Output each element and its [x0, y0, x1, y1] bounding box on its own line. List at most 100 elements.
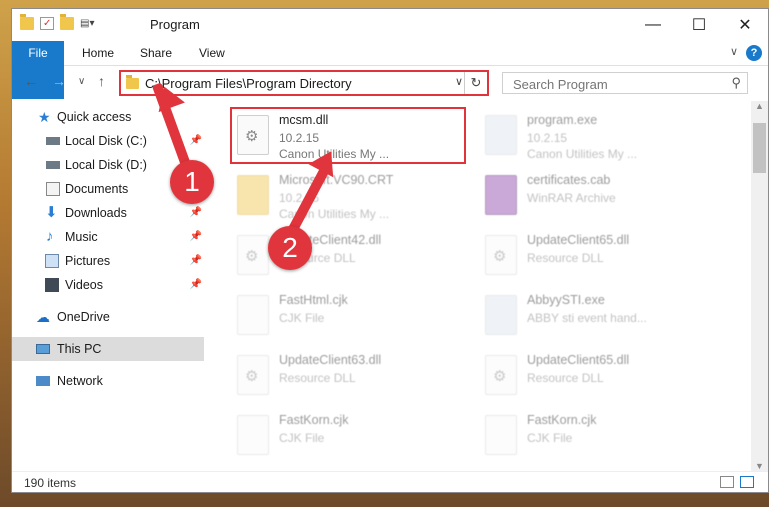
gear-icon: ⚙: [245, 248, 259, 265]
scrollbar-thumb[interactable]: [753, 123, 766, 173]
file-type: CJK File: [527, 431, 573, 445]
nav-item-label: OneDrive: [57, 310, 110, 324]
drive-icon: [46, 161, 60, 169]
item-count: 190 items: [24, 476, 77, 490]
tab-share[interactable]: Share: [140, 41, 172, 65]
scroll-down-icon[interactable]: ▼: [751, 461, 768, 471]
file-item[interactable]: FastHtml.cjk CJK File: [229, 289, 469, 347]
documents-icon: [46, 182, 60, 196]
nav-item-label: Pictures: [65, 254, 111, 268]
file-item[interactable]: Microsoft.VC90.CRT 10.2.15 Canon Utiliti…: [229, 169, 469, 227]
vertical-scrollbar[interactable]: ▲ ▼: [751, 101, 768, 471]
nav-item-label: Music: [65, 230, 98, 244]
network-icon: [36, 376, 50, 386]
explorer-window: ✓ ▤▾ Program — ☐ ✕ File Home Share View …: [11, 8, 769, 493]
pin-icon: 📌: [189, 135, 202, 146]
file-item[interactable]: ⚙ UpdateClient65.dll Resource DLL: [477, 229, 717, 287]
scroll-up-icon[interactable]: ▲: [751, 101, 768, 111]
search-icon: ⚲: [731, 75, 741, 90]
quick-access-toolbar: ✓ ▤▾: [20, 14, 94, 30]
file-item[interactable]: FastKorn.cjk CJK File: [477, 409, 717, 467]
star-icon: ★: [38, 109, 51, 125]
tab-view[interactable]: View: [199, 41, 225, 65]
download-icon: ⬇: [45, 204, 58, 221]
nav-item-label: Videos: [65, 278, 103, 292]
help-icon[interactable]: ?: [746, 45, 762, 61]
archive-icon: [485, 175, 517, 215]
pictures-icon: [45, 254, 59, 268]
generic-file-icon: [237, 415, 269, 455]
videos-icon: [45, 278, 59, 292]
new-folder-icon[interactable]: [60, 14, 74, 30]
file-type: CJK File: [279, 311, 325, 325]
nav-item-downloads[interactable]: ⬇ Downloads 📌: [12, 201, 204, 225]
file-name: certificates.cab: [527, 173, 611, 187]
dll-file-icon: ⚙: [237, 235, 269, 275]
forward-icon[interactable]: →: [52, 73, 66, 89]
window-title: Program: [150, 17, 200, 32]
file-type: WinRAR Archive: [527, 191, 616, 205]
file-item[interactable]: FastKorn.cjk CJK File: [229, 409, 469, 467]
file-name: FastKorn.cjk: [527, 413, 597, 427]
highlight-box: [230, 107, 466, 164]
search-box[interactable]: ⚲: [502, 72, 748, 94]
properties-icon[interactable]: ✓: [40, 17, 54, 30]
file-name: program.exe: [527, 113, 598, 127]
expand-ribbon-icon[interactable]: ∨: [730, 45, 738, 58]
recent-locations-icon[interactable]: ∨: [78, 76, 85, 87]
nav-item-network[interactable]: Network: [12, 369, 204, 393]
step-2-badge: 2: [268, 226, 312, 270]
dll-file-icon: ⚙: [485, 355, 517, 395]
file-name: UpdateClient65.dll: [527, 353, 630, 367]
maximize-button[interactable]: ☐: [676, 9, 722, 41]
title-bar: ✓ ▤▾ Program — ☐ ✕: [12, 9, 768, 41]
nav-item-label: Network: [57, 374, 103, 388]
file-type: Resource DLL: [527, 371, 604, 385]
folder-icon: [126, 75, 139, 89]
nav-item-pictures[interactable]: Pictures 📌: [12, 249, 204, 273]
ribbon-tabs: File Home Share View ∨ ?: [12, 41, 768, 99]
up-icon[interactable]: ↑: [98, 73, 105, 89]
file-name: AbbyySTI.exe: [527, 293, 605, 307]
file-name: FastKorn.cjk: [279, 413, 349, 427]
close-button[interactable]: ✕: [722, 9, 768, 41]
minimize-button[interactable]: —: [630, 9, 676, 41]
details-view-icon[interactable]: [720, 476, 734, 488]
file-item[interactable]: ⚙ UpdateClient63.dll Resource DLL: [229, 349, 469, 407]
file-item[interactable]: AbbyySTI.exe ABBY sti event hand...: [477, 289, 717, 347]
address-dropdown-icon[interactable]: ∨: [455, 75, 463, 88]
customize-toolbar-icon[interactable]: ▤▾: [80, 18, 94, 29]
file-name: Microsoft.VC90.CRT: [279, 173, 394, 187]
large-icons-view-icon[interactable]: [740, 476, 754, 488]
music-icon: ♪: [46, 228, 54, 245]
file-type: ABBY sti event hand...: [527, 311, 647, 325]
folder-icon: [237, 175, 269, 215]
nav-item-label: Local Disk (D:): [65, 158, 147, 172]
tab-home[interactable]: Home: [82, 41, 114, 65]
nav-item-music[interactable]: ♪ Music 📌: [12, 225, 204, 249]
nav-item-label: Quick access: [57, 110, 132, 124]
dll-file-icon: ⚙: [237, 355, 269, 395]
file-type: Resource DLL: [527, 251, 604, 265]
drive-icon: [46, 137, 60, 145]
status-bar: 190 items: [12, 471, 768, 492]
generic-file-icon: [485, 415, 517, 455]
nav-item-onedrive[interactable]: ☁ OneDrive: [12, 305, 204, 329]
file-item[interactable]: program.exe 10.2.15 Canon Utilities My .…: [477, 109, 717, 167]
folder-icon: [20, 14, 34, 30]
gear-icon: ⚙: [493, 248, 507, 265]
back-icon[interactable]: ←: [24, 73, 38, 89]
nav-item-this-pc[interactable]: This PC: [12, 337, 204, 361]
nav-item-videos[interactable]: Videos 📌: [12, 273, 204, 297]
view-buttons: [720, 476, 754, 488]
search-input[interactable]: [511, 76, 715, 93]
file-name: UpdateClient65.dll: [527, 233, 630, 247]
file-item[interactable]: ⚙ UpdateClient65.dll Resource DLL: [477, 349, 717, 407]
refresh-icon[interactable]: ↻: [464, 72, 487, 94]
pin-icon: 📌: [189, 231, 202, 242]
file-item[interactable]: ⚙ UpdateClient42.dll Resource DLL: [229, 229, 469, 287]
file-type: Resource DLL: [279, 371, 356, 385]
file-list: ⚙ mcsm.dll 10.2.15 Canon Utilities My ..…: [217, 101, 743, 471]
address-row: ← → ∨ ↑ C:\Program Files\Program Directo…: [12, 69, 768, 97]
file-item[interactable]: certificates.cab WinRAR Archive: [477, 169, 717, 227]
